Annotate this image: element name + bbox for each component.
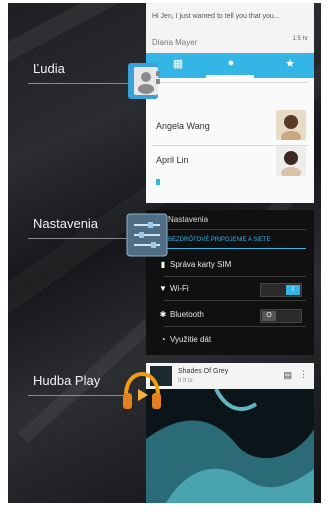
message-sender: Diana Mayer — [152, 38, 198, 47]
contacts-tab-bar: ▦ ● ★ — [146, 53, 314, 78]
app-label-nastavenia[interactable]: Nastavenia — [33, 216, 98, 231]
scroll-indicator — [156, 179, 160, 185]
divider — [164, 276, 306, 277]
bluetooth-icon: ✱ — [159, 310, 167, 319]
favorites-tab-icon: ★ — [285, 58, 295, 70]
recent-apps-screen: Hi Jen, I just wanted to tell you that y… — [8, 3, 321, 503]
contacts-list: Angela Wang April Lin — [146, 78, 314, 203]
contact-name: Angela Wang — [156, 121, 210, 131]
play-music-app-icon — [123, 371, 161, 409]
wifi-toggle-state: I — [286, 285, 300, 295]
settings-title: Nastavenia — [168, 215, 209, 224]
album-art — [146, 389, 314, 503]
settings-item-bluetooth: Bluetooth — [170, 310, 204, 319]
song-artist: It It Is — [178, 378, 193, 384]
contact-name: April Lin — [156, 155, 189, 165]
device-frame: Hi Jen, I just wanted to tell you that y… — [0, 0, 331, 515]
app-label-ludia[interactable]: Ľudia — [33, 61, 65, 76]
recent-app-nastavenia[interactable]: Nastavenia BEZDRÔTOVÉ PRIPOJENIE A SIETE… — [146, 210, 314, 355]
message-text: Hi Jen, I just wanted to tell you that y… — [152, 13, 280, 20]
label-underline — [28, 83, 128, 84]
settings-app-icon — [126, 213, 168, 257]
data-usage-icon: ◔ — [160, 335, 166, 344]
section-divider — [164, 248, 306, 249]
divider — [164, 229, 306, 230]
label-underline — [28, 238, 128, 239]
contact-photo — [276, 110, 306, 140]
contacts-tab-icon: ● — [227, 57, 235, 69]
groups-tab-icon: ▦ — [172, 58, 184, 70]
message-preview: Hi Jen, I just wanted to tell you that y… — [146, 3, 314, 53]
divider — [152, 82, 308, 83]
divider — [164, 300, 306, 301]
wifi-icon: ▼ — [159, 284, 167, 293]
bluetooth-toggle-state: O — [262, 311, 276, 321]
now-playing-bar: Shades Of Grey It It Is ▤ ⋮ — [146, 363, 314, 389]
message-time: 1:5 hr — [292, 36, 308, 42]
wifi-toggle: I — [260, 283, 302, 297]
overflow-menu-icon: ⋮ — [299, 369, 308, 379]
song-title: Shades Of Grey — [178, 368, 229, 375]
recent-app-hudba-play[interactable]: Shades Of Grey It It Is ▤ ⋮ — [146, 363, 314, 503]
settings-item-sim: Správa karty SIM — [170, 260, 232, 269]
label-underline — [28, 395, 128, 396]
sim-icon: ▮ — [160, 260, 166, 269]
divider — [164, 326, 306, 327]
contacts-app-icon — [128, 63, 160, 99]
queue-icon: ▤ — [283, 370, 292, 380]
settings-section-header: BEZDRÔTOVÉ PRIPOJENIE A SIETE — [168, 237, 271, 243]
settings-item-wifi: Wi-Fi — [170, 284, 189, 293]
settings-item-data-usage: Využitie dát — [170, 335, 212, 344]
app-label-hudba-play[interactable]: Hudba Play — [33, 373, 100, 388]
contact-photo — [276, 146, 306, 176]
bluetooth-toggle: O — [260, 309, 302, 323]
